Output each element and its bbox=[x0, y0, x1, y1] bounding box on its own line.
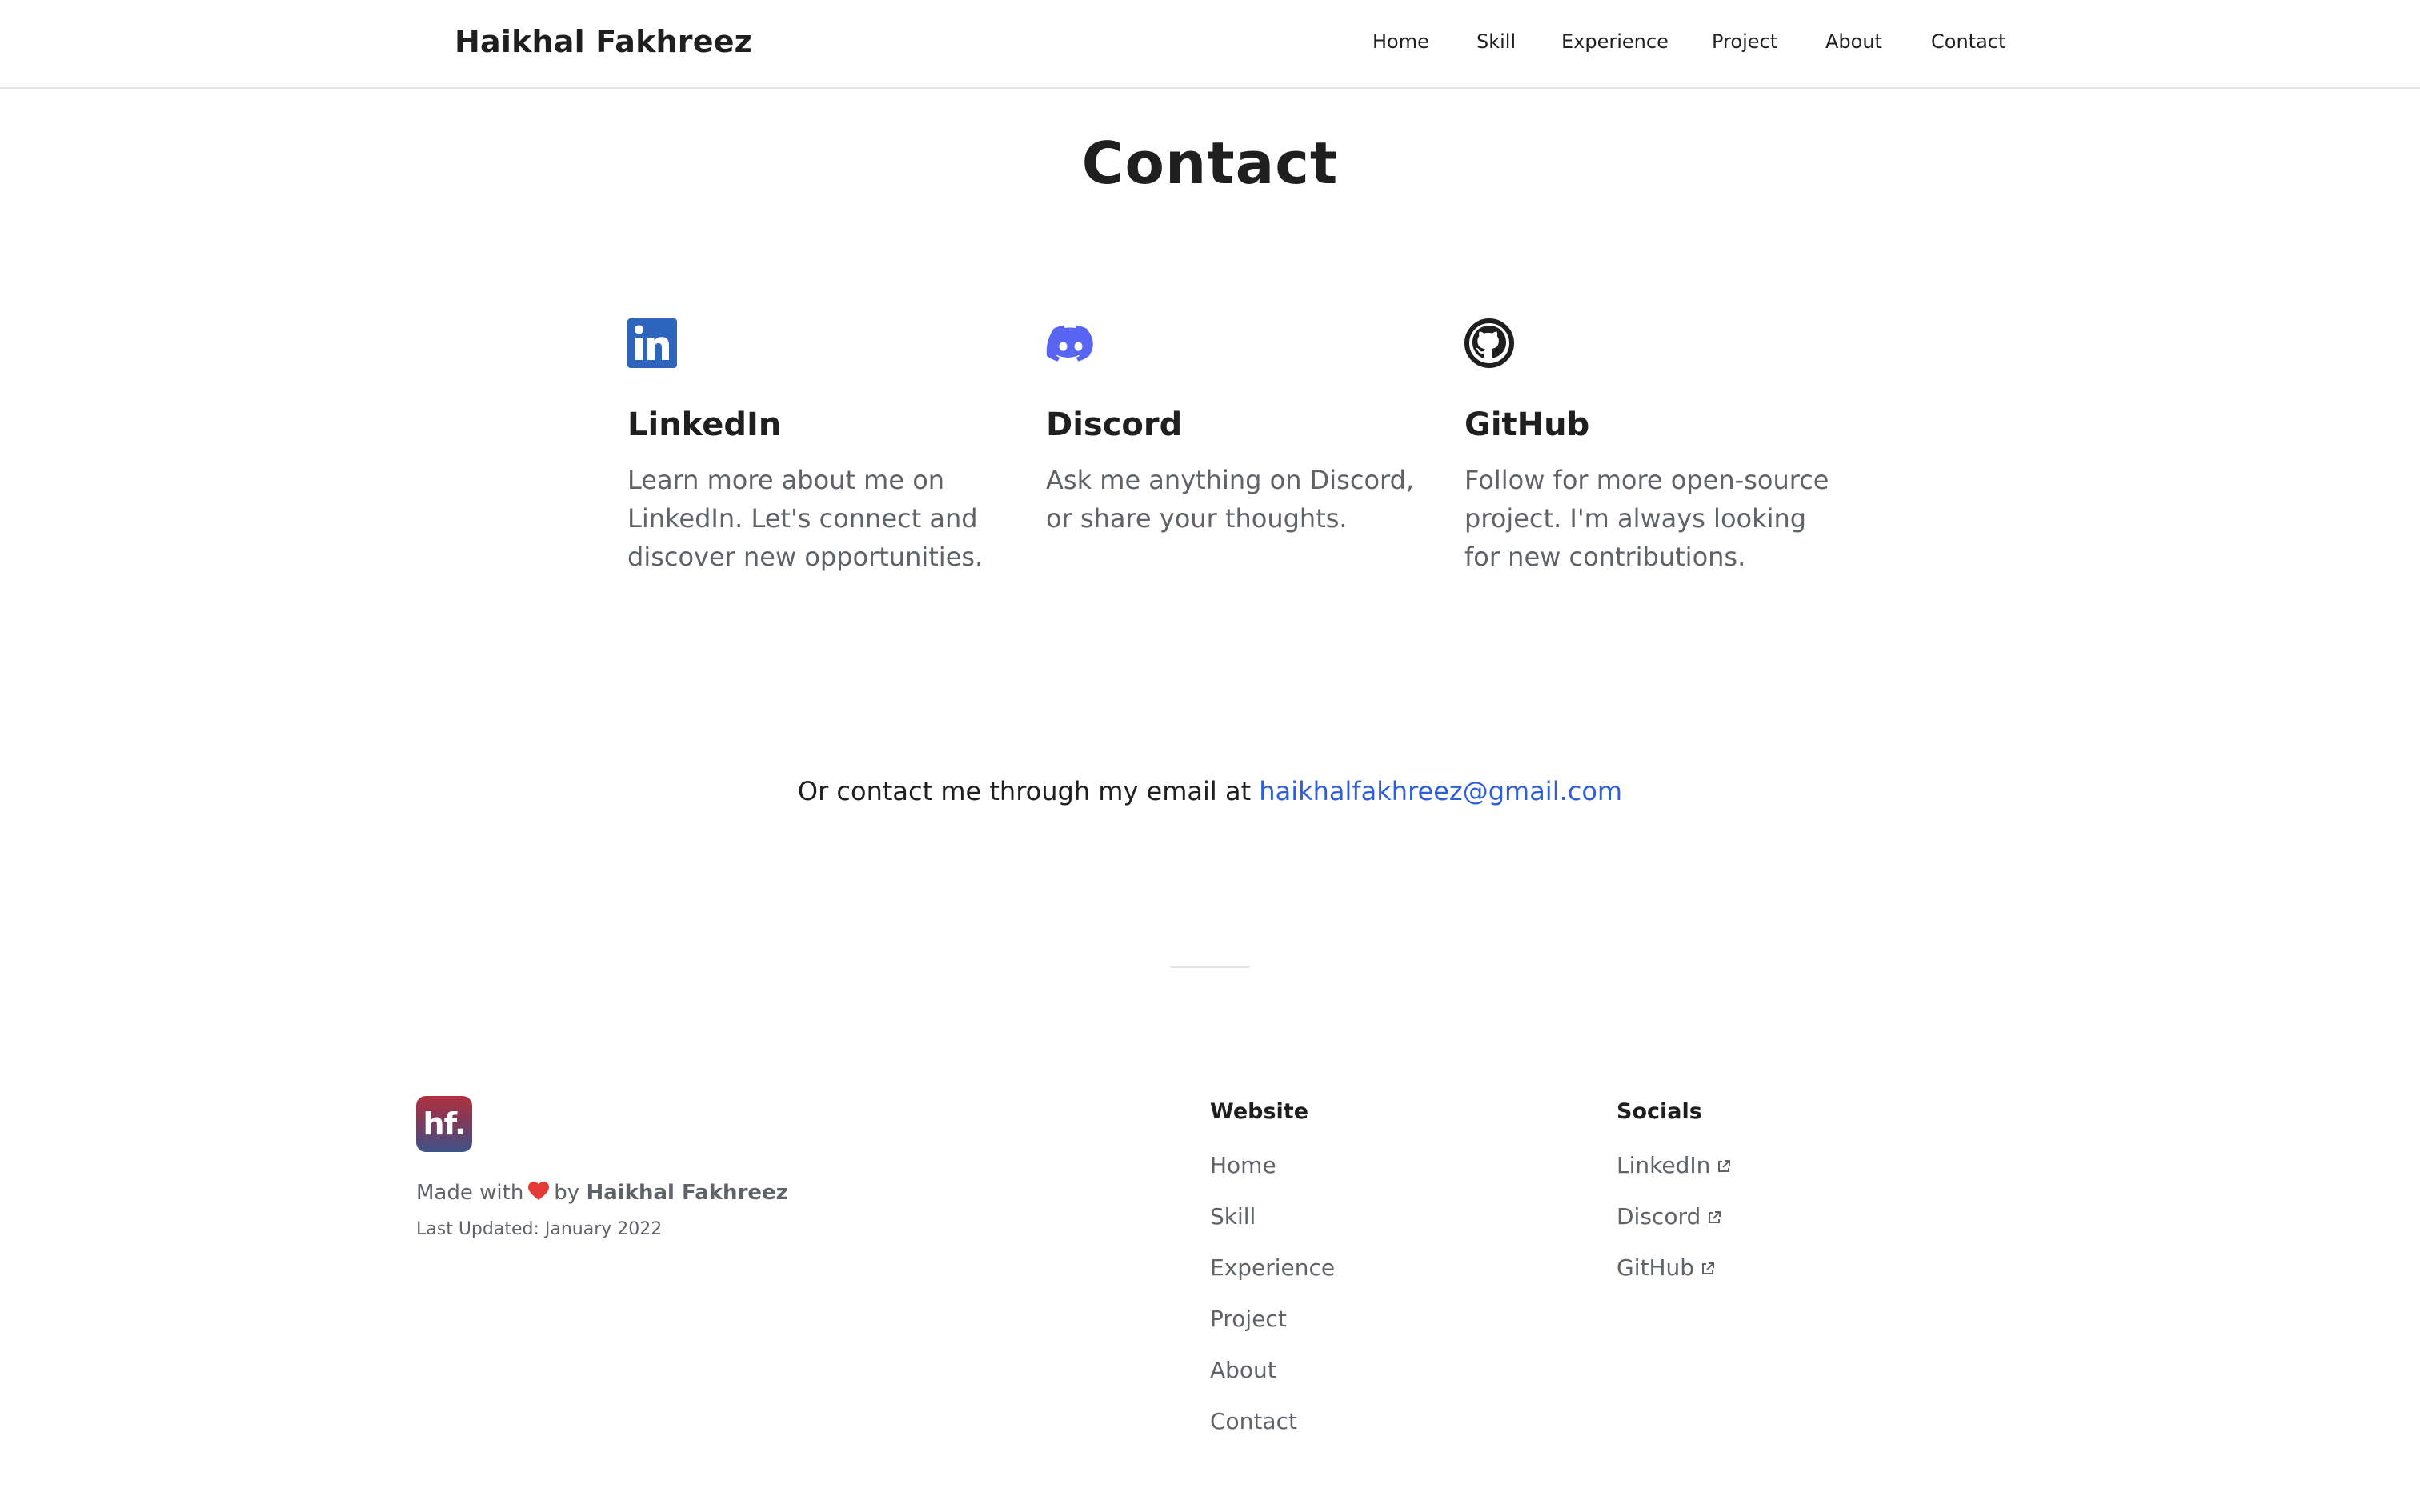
email-link[interactable]: haikhalfakhreez@gmail.com bbox=[1259, 776, 1622, 806]
social-label-linkedin: LinkedIn bbox=[1617, 1152, 1711, 1178]
footer-social-github[interactable]: GitHub bbox=[1617, 1242, 1731, 1294]
social-label-github: GitHub bbox=[1617, 1254, 1695, 1281]
footer-link-about[interactable]: About bbox=[1210, 1345, 1335, 1396]
nav-experience[interactable]: Experience bbox=[1561, 30, 1669, 53]
by-text: by bbox=[554, 1181, 580, 1205]
card-title-discord: Discord bbox=[1046, 406, 1183, 443]
footer-socials-column: Socials LinkedIn Discord GitHub bbox=[1617, 1099, 1731, 1294]
card-desc-discord: Ask me anything on Discord, or share you… bbox=[1046, 465, 1415, 534]
card-title-linkedin: LinkedIn bbox=[627, 406, 782, 443]
heart-icon bbox=[528, 1182, 550, 1200]
external-link-icon bbox=[1718, 1160, 1731, 1172]
external-link-icon bbox=[1702, 1262, 1715, 1274]
contact-card-discord[interactable]: Discord Ask me anything on Discord, or s… bbox=[1046, 318, 1422, 538]
made-with-line: Made with by Haikhal Fakhreez bbox=[416, 1181, 788, 1205]
socials-heading: Socials bbox=[1617, 1099, 1702, 1124]
page-title: Contact bbox=[1081, 130, 1339, 197]
discord-icon[interactable] bbox=[1046, 318, 1096, 368]
external-link-icon bbox=[1709, 1211, 1721, 1223]
author-name: Haikhal Fakhreez bbox=[586, 1181, 788, 1205]
footer-link-experience[interactable]: Experience bbox=[1210, 1242, 1335, 1294]
email-line: Or contact me through my email at haikha… bbox=[0, 776, 2420, 806]
footer-social-linkedin[interactable]: LinkedIn bbox=[1617, 1140, 1731, 1191]
footer-website-column: Website Home Skill Experience Project Ab… bbox=[1210, 1099, 1335, 1447]
nav-about[interactable]: About bbox=[1825, 30, 1882, 53]
footer-social-discord[interactable]: Discord bbox=[1617, 1191, 1731, 1242]
footer-logo[interactable]: hf. bbox=[416, 1096, 472, 1152]
card-desc-linkedin: Learn more about me on LinkedIn. Let's c… bbox=[627, 465, 984, 572]
linkedin-icon[interactable] bbox=[627, 318, 677, 368]
card-title-github: GitHub bbox=[1464, 406, 1590, 443]
contact-card-linkedin[interactable]: LinkedIn Learn more about me on LinkedIn… bbox=[627, 318, 1004, 576]
footer-link-home[interactable]: Home bbox=[1210, 1140, 1335, 1191]
card-desc-github: Follow for more open-source project. I'm… bbox=[1464, 465, 1829, 572]
footer-link-project[interactable]: Project bbox=[1210, 1294, 1335, 1345]
main-nav: Home Skill Experience Project About Cont… bbox=[0, 30, 2420, 59]
website-heading: Website bbox=[1210, 1099, 1309, 1124]
footer-link-contact[interactable]: Contact bbox=[1210, 1396, 1335, 1447]
nav-project[interactable]: Project bbox=[1712, 30, 1777, 53]
made-with-text: Made with bbox=[416, 1181, 524, 1205]
contact-card-github[interactable]: GitHub Follow for more open-source proje… bbox=[1464, 318, 1841, 576]
social-label-discord: Discord bbox=[1617, 1203, 1701, 1230]
nav-home[interactable]: Home bbox=[1372, 30, 1429, 53]
email-prefix: Or contact me through my email at bbox=[797, 776, 1260, 806]
github-icon[interactable] bbox=[1464, 318, 1514, 368]
nav-contact[interactable]: Contact bbox=[1931, 30, 2005, 53]
section-divider bbox=[1170, 966, 1250, 968]
last-updated: Last Updated: January 2022 bbox=[416, 1219, 663, 1239]
footer-link-skill[interactable]: Skill bbox=[1210, 1191, 1335, 1242]
site-header: Haikhal Fakhreez Home Skill Experience P… bbox=[0, 0, 2420, 89]
nav-skill[interactable]: Skill bbox=[1476, 30, 1516, 53]
